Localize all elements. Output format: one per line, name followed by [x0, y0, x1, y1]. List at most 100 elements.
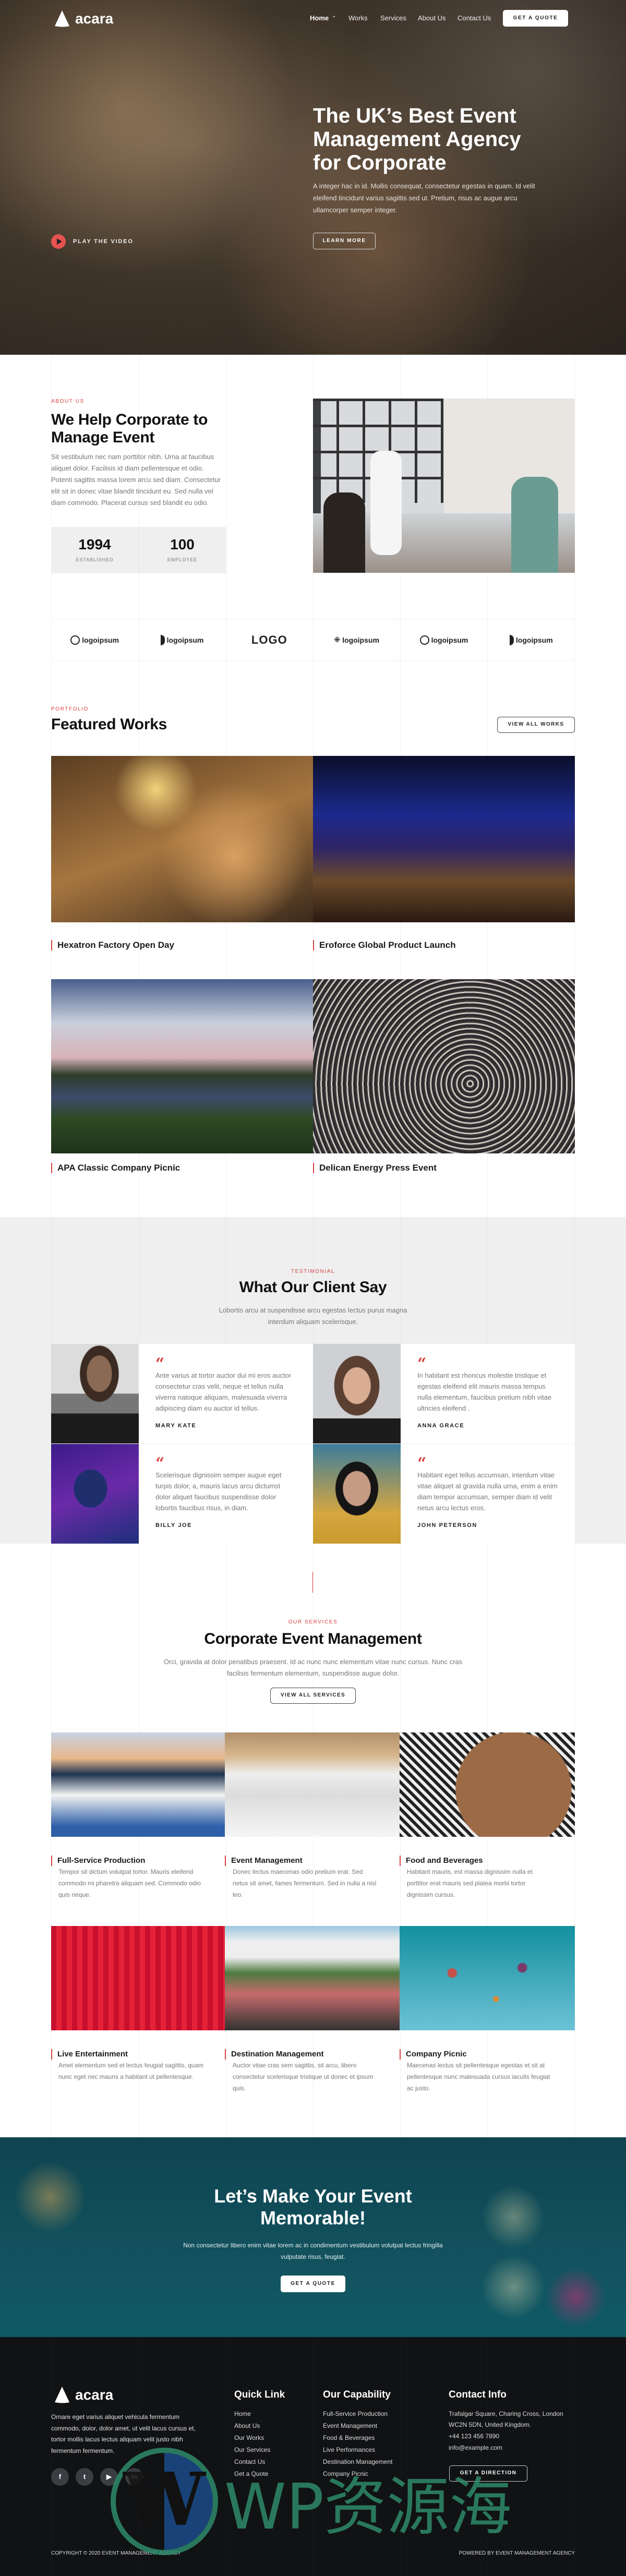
cta-section: Let’s Make Your Event Memorable! Non con…: [0, 2137, 626, 2337]
service-image[interactable]: [51, 1732, 225, 1837]
cta-text: Non consectetur libero enim vitae lorem …: [183, 2242, 443, 2260]
footer-capability-link[interactable]: Event Management: [323, 2422, 377, 2429]
avatar: [313, 1344, 401, 1443]
youtube-icon[interactable]: ▶: [100, 2468, 118, 2486]
work-title[interactable]: Eroforce Global Product Launch: [313, 940, 456, 950]
hero-section: acara Home ⌄ Works Services About Us Con…: [0, 0, 626, 355]
nav-services[interactable]: Services: [380, 14, 406, 22]
testimonial-text: Lobortis arcu at suspendisse arcu egesta…: [219, 1306, 407, 1326]
facebook-icon[interactable]: f: [51, 2468, 69, 2486]
nav-about[interactable]: About Us: [418, 14, 446, 22]
nav-works[interactable]: Works: [348, 14, 368, 22]
work-image[interactable]: [313, 979, 575, 1153]
logo-half-icon: [160, 634, 165, 645]
footer-logo[interactable]: acara: [54, 2387, 113, 2403]
service-image[interactable]: [225, 1926, 400, 2030]
stat-value: 100: [170, 536, 195, 552]
contact-heading: Contact Info: [449, 2389, 507, 2400]
services-title: Corporate Event Management: [204, 1630, 422, 1647]
service-image[interactable]: [51, 1926, 225, 2030]
avatar: [51, 1443, 139, 1544]
powered-by: POWERED BY EVENT MANAGEMENT AGENCY: [459, 2550, 575, 2556]
footer-capability-link[interactable]: Destination Management: [323, 2458, 392, 2465]
service-text: Amet elementum sed et lectus feugiat sag…: [58, 2062, 204, 2080]
avatar: [313, 1443, 401, 1544]
testimonial-eyebrow: TESTIMONIAL: [291, 1269, 335, 1274]
footer: [0, 2337, 626, 2576]
view-all-works-button[interactable]: VIEW ALL WORKS: [497, 717, 575, 733]
service-text: Habitant mauris, est massa dignissim nul…: [407, 1868, 533, 1898]
stat-label: EMPLOYEE: [167, 557, 198, 562]
service-image[interactable]: [400, 1926, 575, 2030]
service-text: Donec lectus maecenas odio pretium erat.…: [233, 1868, 377, 1898]
service-image[interactable]: [225, 1732, 400, 1837]
work-title[interactable]: Delican Energy Press Event: [313, 1163, 437, 1173]
work-image[interactable]: [51, 979, 313, 1153]
service-title[interactable]: Destination Management: [225, 2049, 324, 2060]
service-title[interactable]: Full-Service Production: [51, 1856, 145, 1866]
capability-heading: Our Capability: [323, 2389, 391, 2400]
footer-link-contact[interactable]: Contact Us: [234, 2458, 265, 2465]
logo[interactable]: acara: [54, 10, 113, 27]
nav-contact[interactable]: Contact Us: [458, 14, 491, 22]
footer-capability-link[interactable]: Full-Service Production: [323, 2410, 388, 2417]
get-direction-button[interactable]: GET A DIRECTION: [449, 2465, 527, 2482]
work-title[interactable]: APA Classic Company Picnic: [51, 1163, 180, 1173]
portfolio-title: Featured Works: [51, 716, 167, 733]
client-logo: ⁜ logoipsum: [334, 635, 379, 644]
logo-text: acara: [75, 10, 114, 27]
logo-dots-icon: ⁜: [334, 635, 341, 644]
logo-text: acara: [75, 2387, 114, 2403]
get-quote-button[interactable]: GET A QUOTE: [503, 10, 568, 27]
testimonial-name: JOHN PETERSON: [417, 1522, 477, 1528]
nav-home[interactable]: Home: [310, 14, 329, 22]
service-title[interactable]: Event Management: [225, 1856, 303, 1866]
logo-circle-icon: [419, 635, 429, 645]
testimonial-quote: Ante varius at tortor auctor dui mi eros…: [155, 1371, 292, 1412]
contact-email[interactable]: info@example.com: [449, 2444, 502, 2451]
chevron-down-icon: ⌄: [332, 13, 336, 19]
play-video-button[interactable]: PLAY THE VIDEO: [51, 234, 134, 249]
work-image[interactable]: [313, 756, 575, 922]
service-text: Maecenas lectus sit pellentesque egestas…: [407, 2062, 550, 2092]
footer-about: Ornare eget varius aliquet vehicula ferm…: [51, 2413, 196, 2454]
client-logo: LOGO: [251, 633, 287, 646]
footer-capability-link[interactable]: Company Picnic: [323, 2470, 368, 2477]
footer-capability-link[interactable]: Live Performances: [323, 2446, 375, 2453]
work-image[interactable]: [51, 756, 313, 922]
testimonial-name: BILLY JOE: [155, 1522, 192, 1528]
work-title[interactable]: Hexatron Factory Open Day: [51, 940, 174, 950]
testimonial-name: MARY KATE: [155, 1423, 197, 1429]
service-image[interactable]: [400, 1732, 575, 1837]
learn-more-button[interactable]: LEARN MORE: [313, 233, 376, 249]
linkedin-icon[interactable]: in: [125, 2468, 143, 2486]
cta-title: Let’s Make Your Event Memorable!: [214, 2185, 412, 2229]
client-logo: logoipsum: [488, 619, 575, 660]
service-title[interactable]: Food and Beverages: [400, 1856, 483, 1866]
footer-link-about[interactable]: About Us: [234, 2422, 260, 2429]
view-all-services-button[interactable]: VIEW ALL SERVICES: [270, 1688, 356, 1704]
footer-capability-link[interactable]: Food & Beverages: [323, 2434, 375, 2441]
play-video-label: PLAY THE VIDEO: [73, 238, 134, 245]
twitter-icon[interactable]: t: [76, 2468, 93, 2486]
cta-get-quote-button[interactable]: GET A QUOTE: [281, 2276, 345, 2292]
services-text: Orci, gravida at dolor penatibus praesen…: [163, 1658, 463, 1677]
service-title[interactable]: Company Picnic: [400, 2049, 467, 2060]
portfolio-eyebrow: PORTFOLIO: [51, 706, 89, 712]
contact-phone[interactable]: +44 123 456 7890: [449, 2433, 499, 2440]
service-title[interactable]: Live Entertainment: [51, 2049, 128, 2060]
about-eyebrow: ABOUT US: [51, 399, 85, 404]
client-logo: logoipsum: [138, 619, 225, 660]
stats-box: 1994 ESTABLISHED 100 EMPLOYEE: [51, 527, 226, 573]
footer-link-home[interactable]: Home: [234, 2410, 251, 2417]
play-icon: [51, 234, 66, 249]
stat-value: 1994: [78, 536, 111, 552]
footer-link-quote[interactable]: Get a Quote: [234, 2470, 268, 2477]
hero-text: A integer hac in id. Mollis consequat, c…: [313, 182, 535, 214]
service-text: Tempor sit dictum volutpat tortor. Mauri…: [58, 1868, 201, 1898]
footer-link-services[interactable]: Our Services: [234, 2446, 270, 2453]
logo-circle-icon: [70, 635, 80, 645]
footer-link-works[interactable]: Our Works: [234, 2434, 264, 2441]
hero-background-image: [0, 0, 626, 355]
client-logo: logoipsum: [51, 619, 138, 660]
